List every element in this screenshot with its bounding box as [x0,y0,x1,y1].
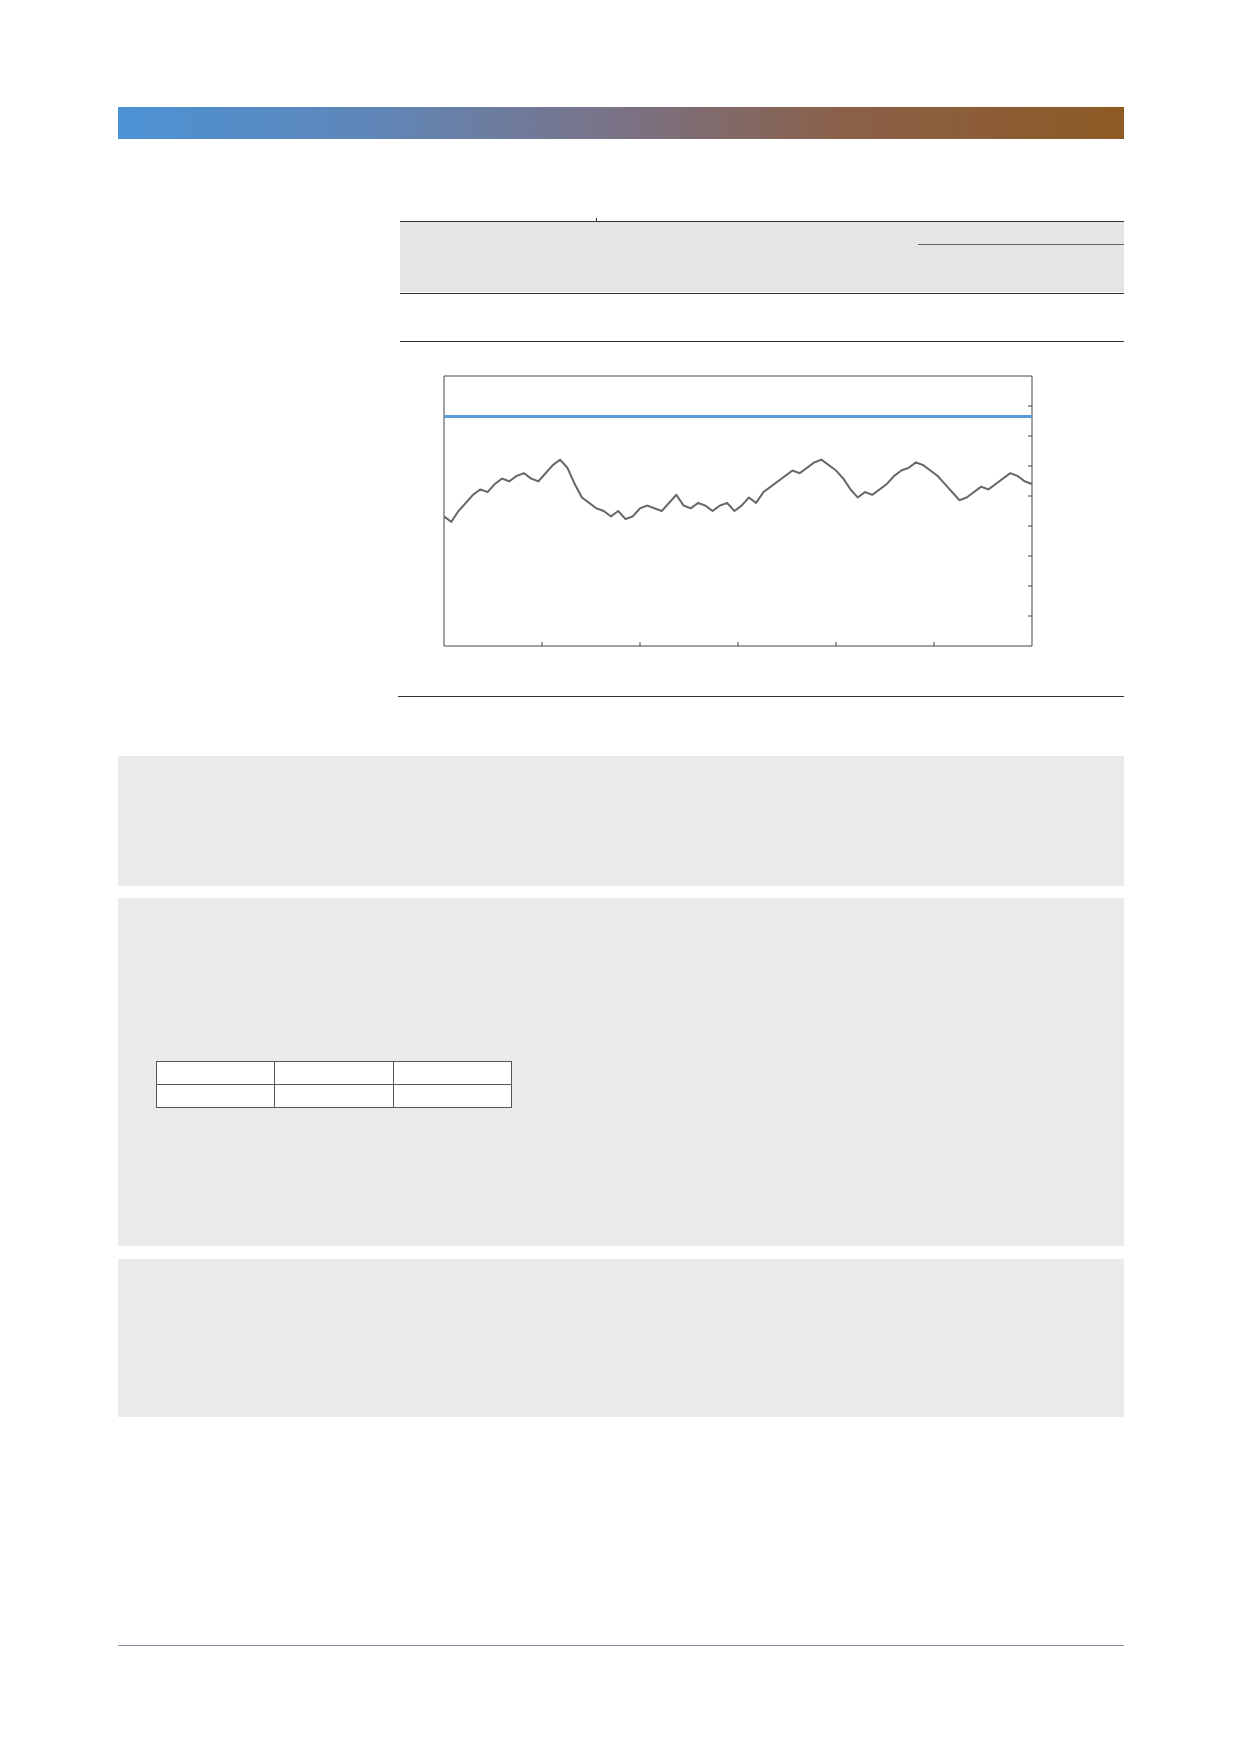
chart-bottom-rule [398,696,1124,697]
info-panel-3 [118,1259,1124,1417]
info-panel-1 [118,756,1124,886]
info-table-bottom-rule [400,341,1124,342]
info-table-subheader-rule [918,244,1124,245]
info-table-mid-rule [400,293,1124,294]
header-band [118,107,1124,139]
mini-table [155,1061,513,1108]
mini-table-cell [155,1084,276,1108]
mini-table-cell [274,1061,394,1085]
mini-table-cell [274,1084,394,1108]
info-panel-2 [118,898,1124,1246]
mini-table-row [155,1061,513,1085]
mini-table-row [155,1084,513,1108]
footer-rule [118,1645,1124,1646]
mini-table-cell [392,1061,513,1085]
mini-table-cell [392,1084,513,1108]
mini-table-cell [155,1061,276,1085]
chart-svg [443,375,1033,647]
series-line-main [443,458,1033,523]
line-chart [400,360,1124,690]
info-table-header-row [400,222,1124,292]
